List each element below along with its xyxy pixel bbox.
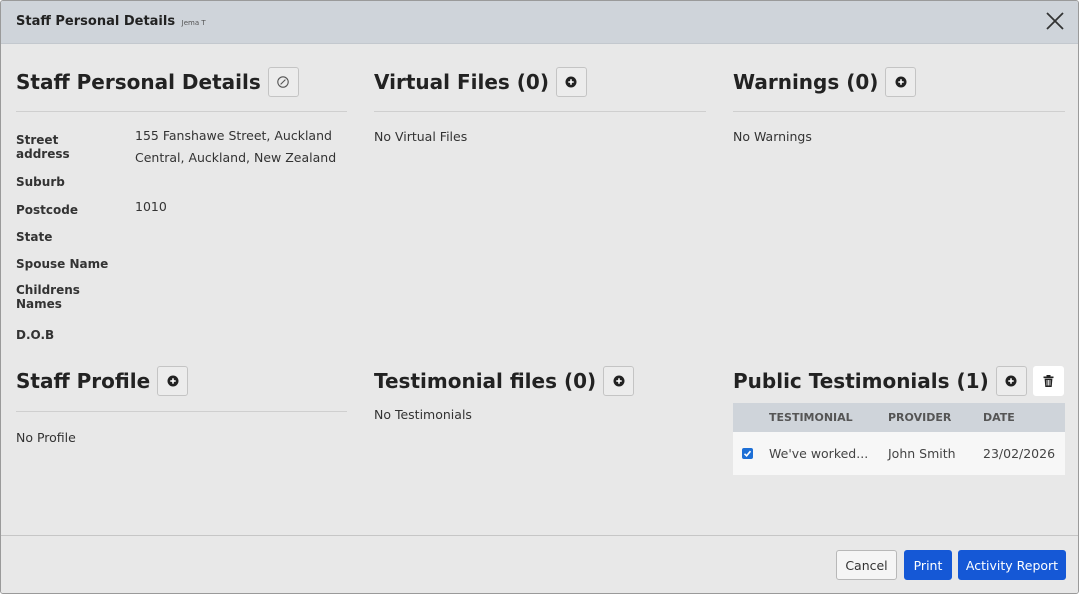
modal-subtitle: Jema T [181,19,206,27]
edit-personal-button[interactable] [267,67,299,97]
virtual-files-heading: Virtual Files (0) [374,66,587,98]
add-profile-button[interactable] [157,366,189,396]
staff-profile-empty: No Profile [16,430,76,445]
warnings-divider [733,111,1065,112]
delete-testimonial-button[interactable] [1032,366,1064,396]
add-virtual-file-button[interactable] [555,67,587,97]
dob-label: D.O.B [16,328,55,342]
trash-icon [1043,375,1054,387]
staff-profile-heading: Staff Profile [16,365,189,397]
table-row[interactable]: We've worked... John Smith 23/02/2026 [733,432,1065,475]
add-icon [613,375,625,387]
testimonial-files-heading: Testimonial files (0) [374,365,635,397]
edit-icon [277,76,289,88]
add-testimonial-button[interactable] [995,366,1027,396]
childrens-names-label: Childrens Names [16,283,80,311]
warnings-title: Warnings (0) [733,70,879,94]
print-button[interactable]: Print [904,550,952,580]
column-header-provider[interactable]: PROVIDER [888,411,983,424]
staff-profile-title: Staff Profile [16,369,151,393]
public-testimonials-title: Public Testimonials (1) [733,369,989,393]
modal-title: Staff Personal Details Jema T [16,14,206,29]
activity-report-button[interactable]: Activity Report [958,550,1066,580]
state-label: State [16,230,53,244]
testimonial-files-empty: No Testimonials [374,407,472,422]
personal-divider [16,111,347,112]
modal-title-text: Staff Personal Details [16,14,176,29]
postcode-label: Postcode [16,203,79,217]
spouse-name-label: Spouse Name [16,257,109,271]
virtual-files-empty: No Virtual Files [374,129,468,144]
add-testimonial-file-button[interactable] [603,366,635,396]
staff-details-modal: Staff Personal Details Jema T Staff Pers… [0,0,1079,594]
column-header-date[interactable]: DATE [983,411,1065,424]
street-address-value: 155 Fanshawe Street, Auckland Central, A… [135,128,337,165]
personal-details-title: Staff Personal Details [16,70,261,94]
virtual-files-title: Virtual Files (0) [374,70,549,94]
close-button[interactable] [1044,10,1066,32]
testimonials-table: TESTIMONIAL PROVIDER DATE We've worked..… [733,403,1065,475]
warnings-heading: Warnings (0) [733,66,917,98]
street-address-label: Street address [16,133,70,161]
add-icon [565,76,577,88]
close-icon [1046,12,1064,30]
date-cell: 23/02/2026 [983,446,1056,461]
add-icon [1005,375,1017,387]
warnings-empty: No Warnings [733,129,812,144]
modal-footer: Cancel Print Activity Report [1,535,1078,593]
add-icon [167,375,179,387]
add-icon [895,76,907,88]
provider-cell: John Smith [888,446,956,461]
testimonial-files-title: Testimonial files (0) [374,369,597,393]
check-icon [743,450,752,457]
testimonial-cell: We've worked... [769,446,869,461]
modal-header: Staff Personal Details Jema T [1,1,1078,44]
public-testimonials-heading: Public Testimonials (1) [733,365,1064,397]
row-select-cell [733,448,768,459]
row-checkbox[interactable] [742,448,753,459]
staff-profile-divider [16,411,347,412]
cancel-button[interactable]: Cancel [836,550,897,580]
suburb-label: Suburb [16,175,65,189]
postcode-value: 1010 [135,199,167,214]
add-warning-button[interactable] [885,67,917,97]
virtual-files-divider [374,111,706,112]
column-header-testimonial[interactable]: TESTIMONIAL [768,411,888,424]
table-header: TESTIMONIAL PROVIDER DATE [733,403,1065,432]
personal-details-heading: Staff Personal Details [16,66,299,98]
